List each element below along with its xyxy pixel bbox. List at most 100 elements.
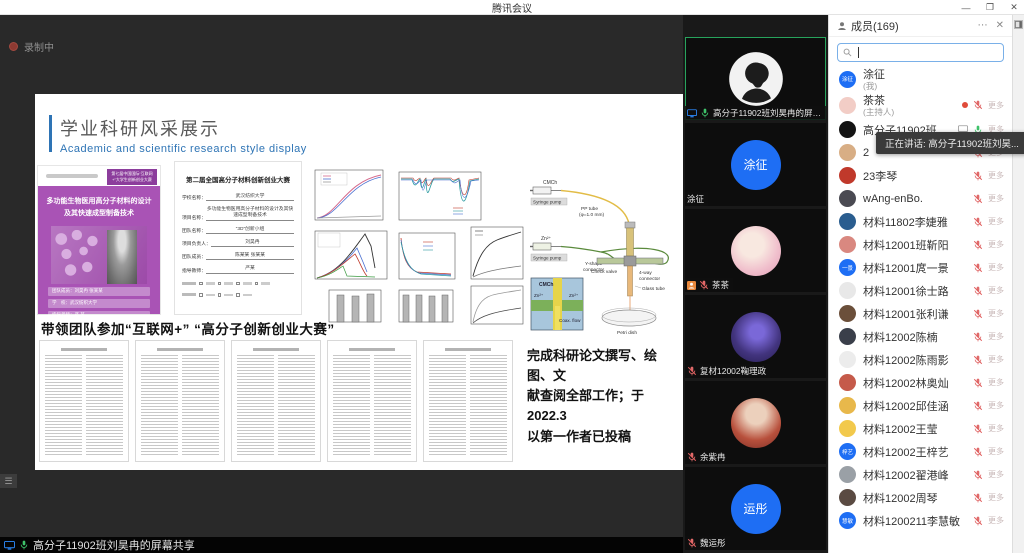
form-checkbox-row xyxy=(182,293,294,297)
mic-icon[interactable] xyxy=(973,286,983,296)
poster-row: 学 校：武汉纺织大学 xyxy=(48,299,150,308)
member-more-button[interactable]: 更多 xyxy=(988,100,1004,111)
paper-page xyxy=(40,341,128,461)
member-row[interactable]: 材料12001张利谦 更多 xyxy=(829,302,1012,325)
member-row[interactable]: 材料12002邱佳涵 更多 xyxy=(829,394,1012,417)
mic-icon[interactable] xyxy=(973,424,983,434)
member-row[interactable]: 材料12001班靳阳更多 xyxy=(829,233,1012,256)
mic-icon[interactable] xyxy=(973,470,983,480)
member-row[interactable]: 材料11802李婕雅更多 xyxy=(829,210,1012,233)
member-more-button[interactable]: 更多 xyxy=(988,170,1004,181)
mic-icon[interactable] xyxy=(973,263,983,273)
mic-icon[interactable] xyxy=(973,309,983,319)
svg-text:Zn²⁺: Zn²⁺ xyxy=(569,293,579,298)
member-avatar xyxy=(839,282,856,299)
mic-icon[interactable] xyxy=(973,100,983,110)
form-title: 第二届全国高分子材料创新创业大赛 xyxy=(182,174,294,184)
video-tile[interactable]: 涂征涂征 xyxy=(685,123,826,206)
member-more-button[interactable]: 更多 xyxy=(988,239,1004,250)
member-more-button[interactable]: 更多 xyxy=(988,446,1004,457)
member-row[interactable]: 茶茶(主持人)更多 xyxy=(829,92,1012,118)
members-icon xyxy=(837,21,847,31)
member-more-button[interactable]: 更多 xyxy=(988,469,1004,480)
paper-page xyxy=(424,341,512,461)
member-more-button[interactable]: 更多 xyxy=(988,492,1004,503)
search-icon xyxy=(843,48,852,57)
member-name: 材料12001徐士路 xyxy=(863,283,949,299)
mic-icon[interactable] xyxy=(973,401,983,411)
member-row[interactable]: 材料12002翟港峰更多 xyxy=(829,463,1012,486)
members-close-icon[interactable]: ✕ xyxy=(996,20,1004,31)
member-more-button[interactable]: 更多 xyxy=(988,262,1004,273)
mic-icon[interactable] xyxy=(973,240,983,250)
member-name: 材料12001庹一景 xyxy=(863,260,949,276)
participant-avatar xyxy=(731,226,781,276)
member-name: 23李琴 xyxy=(863,168,897,184)
members-more-icon[interactable]: ⋯ xyxy=(978,20,988,31)
member-more-button[interactable]: 更多 xyxy=(988,400,1004,411)
field-value: 刘昊冉 xyxy=(211,240,294,247)
video-tile[interactable]: 复材12002鞠理政 xyxy=(685,295,826,378)
member-avatar xyxy=(839,351,856,368)
member-more-button[interactable]: 更多 xyxy=(988,216,1004,227)
video-tile[interactable]: 茶茶 xyxy=(685,209,826,292)
poster-logo xyxy=(46,174,98,178)
svg-text:CMCh: CMCh xyxy=(543,180,557,186)
member-name: 茶茶 xyxy=(863,92,894,108)
member-name: 材料12001张利谦 xyxy=(863,306,949,322)
mic-icon[interactable] xyxy=(973,355,983,365)
paper-page xyxy=(328,341,416,461)
field-value: 严某 xyxy=(206,266,294,273)
mic-icon[interactable] xyxy=(973,493,983,503)
dock-panel-icon[interactable] xyxy=(1014,20,1023,29)
search-input[interactable] xyxy=(855,45,998,60)
member-row[interactable]: 一景材料12001庹一景更多 xyxy=(829,256,1012,279)
member-row[interactable]: 材料12002王莹更多 xyxy=(829,417,1012,440)
member-row[interactable]: 材料12001徐士路 更多 xyxy=(829,279,1012,302)
mic-icon[interactable] xyxy=(973,447,983,457)
mic-icon[interactable] xyxy=(973,217,983,227)
close-button[interactable]: ✕ xyxy=(1008,2,1020,13)
member-avatar: 涂征 xyxy=(839,71,856,88)
member-avatar xyxy=(839,144,856,161)
screen-share-stage[interactable]: 录制中 学业科研风采展示 Academic and scientific res… xyxy=(0,15,683,553)
member-search[interactable] xyxy=(837,43,1004,62)
member-row[interactable]: 材料12002周琴更多 xyxy=(829,486,1012,509)
member-row[interactable]: 23李琴 更多 xyxy=(829,164,1012,187)
member-name: 材料12002王梓艺 xyxy=(863,444,949,460)
mic-icon[interactable] xyxy=(973,378,983,388)
member-more-button[interactable]: 更多 xyxy=(988,377,1004,388)
member-row[interactable]: 梓艺材料12002王梓艺更多 xyxy=(829,440,1012,463)
tile-name: 高分子11902班刘昊冉的屏幕共享 xyxy=(713,107,822,119)
member-name: 材料12002邱佳涵 xyxy=(863,398,949,414)
maximize-button[interactable]: ❐ xyxy=(984,2,996,13)
mic-icon[interactable] xyxy=(973,171,983,181)
member-more-button[interactable]: 更多 xyxy=(988,515,1004,526)
video-tile[interactable]: 运彤魏运彤 xyxy=(685,467,826,550)
video-tile[interactable]: 高分子11902班刘昊冉的屏幕共享 xyxy=(685,37,826,120)
video-tile[interactable]: 余紫冉 xyxy=(685,381,826,464)
svg-text:4-way: 4-way xyxy=(639,270,652,276)
minimize-button[interactable]: — xyxy=(960,3,972,13)
form-field: 团队名称：“3D”创新小组 xyxy=(182,227,294,234)
member-more-button[interactable]: 更多 xyxy=(988,308,1004,319)
member-row[interactable]: 慧敏材料1200211李慧敏更多 xyxy=(829,509,1012,532)
member-more-button[interactable]: 更多 xyxy=(988,193,1004,204)
poster-title: 多功能生物医用高分子材料的设计及其快速成型制备技术 xyxy=(38,196,160,220)
member-more-button[interactable]: 更多 xyxy=(988,331,1004,342)
sidebar-toggle-button[interactable]: ☰ xyxy=(0,474,17,488)
chart-bars-4 xyxy=(393,288,457,328)
mic-icon[interactable] xyxy=(973,194,983,204)
member-more-button[interactable]: 更多 xyxy=(988,423,1004,434)
member-more-button[interactable]: 更多 xyxy=(988,354,1004,365)
member-row[interactable]: wAng-enBo.更多 xyxy=(829,187,1012,210)
member-more-button[interactable]: 更多 xyxy=(988,285,1004,296)
mic-icon[interactable] xyxy=(973,332,983,342)
speaking-tooltip: 正在讲话: 高分子11902班刘昊... xyxy=(876,132,1024,154)
member-row[interactable]: 涂征涂征(我) xyxy=(829,66,1012,92)
form-field: 项目负责人：刘昊冉 xyxy=(182,240,294,247)
mic-icon[interactable] xyxy=(973,516,983,526)
member-row[interactable]: 材料12002林奥灿更多 xyxy=(829,371,1012,394)
member-row[interactable]: 材料12002陈楠更多 xyxy=(829,325,1012,348)
member-row[interactable]: 材料12002陈雨影更多 xyxy=(829,348,1012,371)
